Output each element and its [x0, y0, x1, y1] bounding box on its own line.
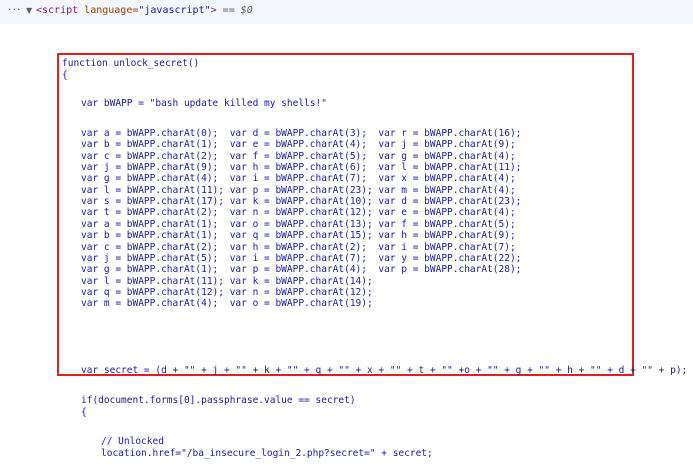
variable-row: var b = bWAPP.charAt(1); var q = bWAPP.c… — [81, 230, 516, 242]
script-source: function unlock_secret() { var bWAPP = "… — [0, 0, 693, 466]
location-line: location.href="/ba_insecure_login_2.php?… — [101, 448, 433, 459]
variable-row: var a = bWAPP.charAt(1); var o = bWAPP.c… — [81, 218, 516, 230]
variable-row: var c = bWAPP.charAt(2); var f = bWAPP.c… — [81, 150, 516, 162]
variable-row: var m = bWAPP.charAt(4); var o = bWAPP.c… — [81, 298, 373, 310]
variable-row: var s = bWAPP.charAt(17); var k = bWAPP.… — [81, 196, 522, 208]
variable-row: var g = bWAPP.charAt(4); var i = bWAPP.c… — [81, 173, 516, 185]
if-open-brace: { — [81, 407, 87, 418]
if-statement: if(document.forms[0].passphrase.value ==… — [81, 395, 356, 406]
variable-row: var c = bWAPP.charAt(2); var h = bWAPP.c… — [81, 241, 516, 253]
variable-row: var q = bWAPP.charAt(12); var n = bWAPP.… — [81, 286, 373, 298]
variable-row: var a = bWAPP.charAt(0); var d = bWAPP.c… — [81, 128, 522, 139]
variable-row: var t = bWAPP.charAt(2); var n = bWAPP.c… — [81, 207, 516, 219]
variable-row: var l = bWAPP.charAt(11); var k = bWAPP.… — [81, 275, 373, 287]
open-brace: { — [62, 70, 68, 81]
variable-row: var l = bWAPP.charAt(11); var p = bWAPP.… — [81, 184, 516, 196]
variable-row: var j = bWAPP.charAt(9); var h = bWAPP.c… — [81, 162, 522, 174]
variable-row: var b = bWAPP.charAt(1); var e = bWAPP.c… — [81, 139, 516, 151]
bwapp-declaration: var bWAPP = "bash update killed my shell… — [81, 98, 327, 109]
secret-line: var secret = (d + "" + j + "" + k + "" +… — [81, 365, 688, 376]
function-declaration: function unlock_secret() — [62, 58, 200, 69]
variable-row: var g = bWAPP.charAt(1); var p = bWAPP.c… — [81, 264, 522, 276]
comment-line: // Unlocked — [101, 436, 164, 447]
variable-row: var j = bWAPP.charAt(5); var i = bWAPP.c… — [81, 252, 522, 264]
